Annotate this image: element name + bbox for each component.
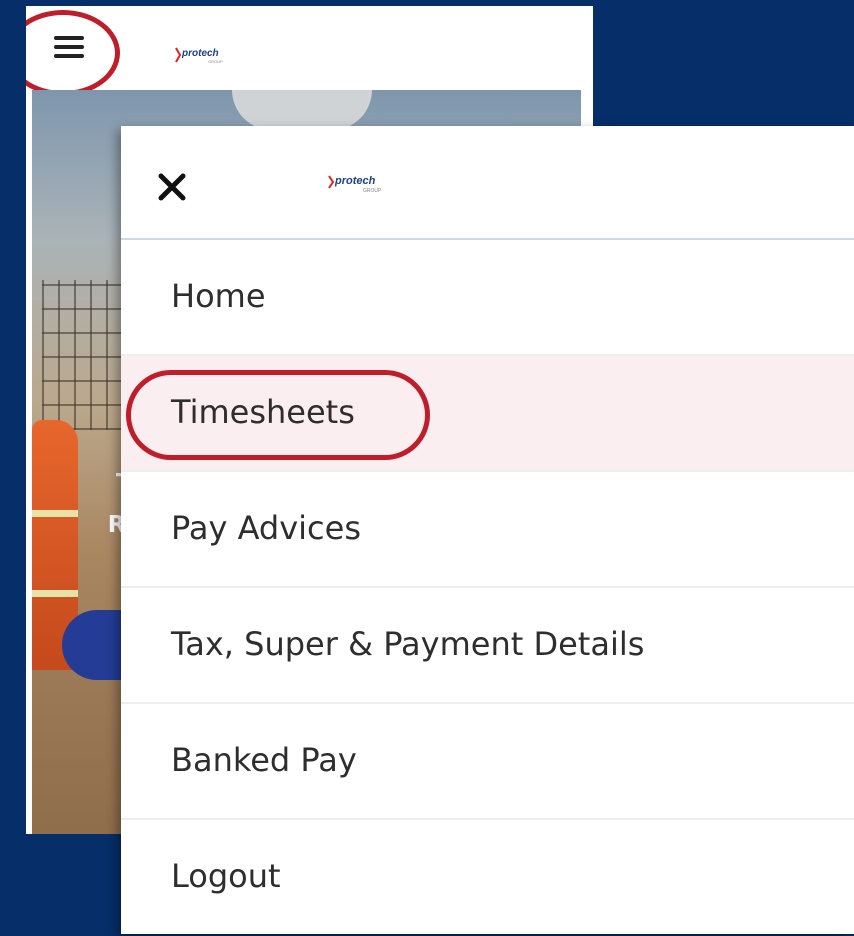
drawer-header: protech GROUP xyxy=(121,126,854,240)
menu-item-timesheets[interactable]: Timesheets xyxy=(121,356,854,472)
svg-text:GROUP: GROUP xyxy=(208,59,223,64)
menu-item-pay-advices[interactable]: Pay Advices xyxy=(121,472,854,588)
protech-logo: protech GROUP xyxy=(175,47,223,64)
svg-text:GROUP: GROUP xyxy=(363,188,382,194)
svg-text:protech: protech xyxy=(334,175,376,187)
nav-drawer: protech GROUP Home Timesheets Pay Advice… xyxy=(121,126,854,934)
menu-item-home[interactable]: Home xyxy=(121,240,854,356)
protech-logo-large: protech GROUP xyxy=(325,148,395,218)
nav-menu: Home Timesheets Pay Advices Tax, Super &… xyxy=(121,240,854,936)
menu-item-logout[interactable]: Logout xyxy=(121,820,854,936)
menu-item-label: Tax, Super & Payment Details xyxy=(171,625,645,663)
menu-item-banked-pay[interactable]: Banked Pay xyxy=(121,704,854,820)
svg-text:protech: protech xyxy=(181,48,219,59)
menu-item-label: Banked Pay xyxy=(171,741,357,779)
menu-item-tax-super-payment[interactable]: Tax, Super & Payment Details xyxy=(121,588,854,704)
close-icon[interactable] xyxy=(157,172,187,202)
menu-item-label: Home xyxy=(171,277,266,315)
background-header: protech GROUP xyxy=(26,6,593,96)
menu-item-label: Pay Advices xyxy=(171,509,361,547)
hard-hat-shape xyxy=(232,90,372,130)
hamburger-icon[interactable] xyxy=(54,36,84,58)
menu-item-label: Timesheets xyxy=(171,393,355,431)
menu-item-label: Logout xyxy=(171,857,281,895)
